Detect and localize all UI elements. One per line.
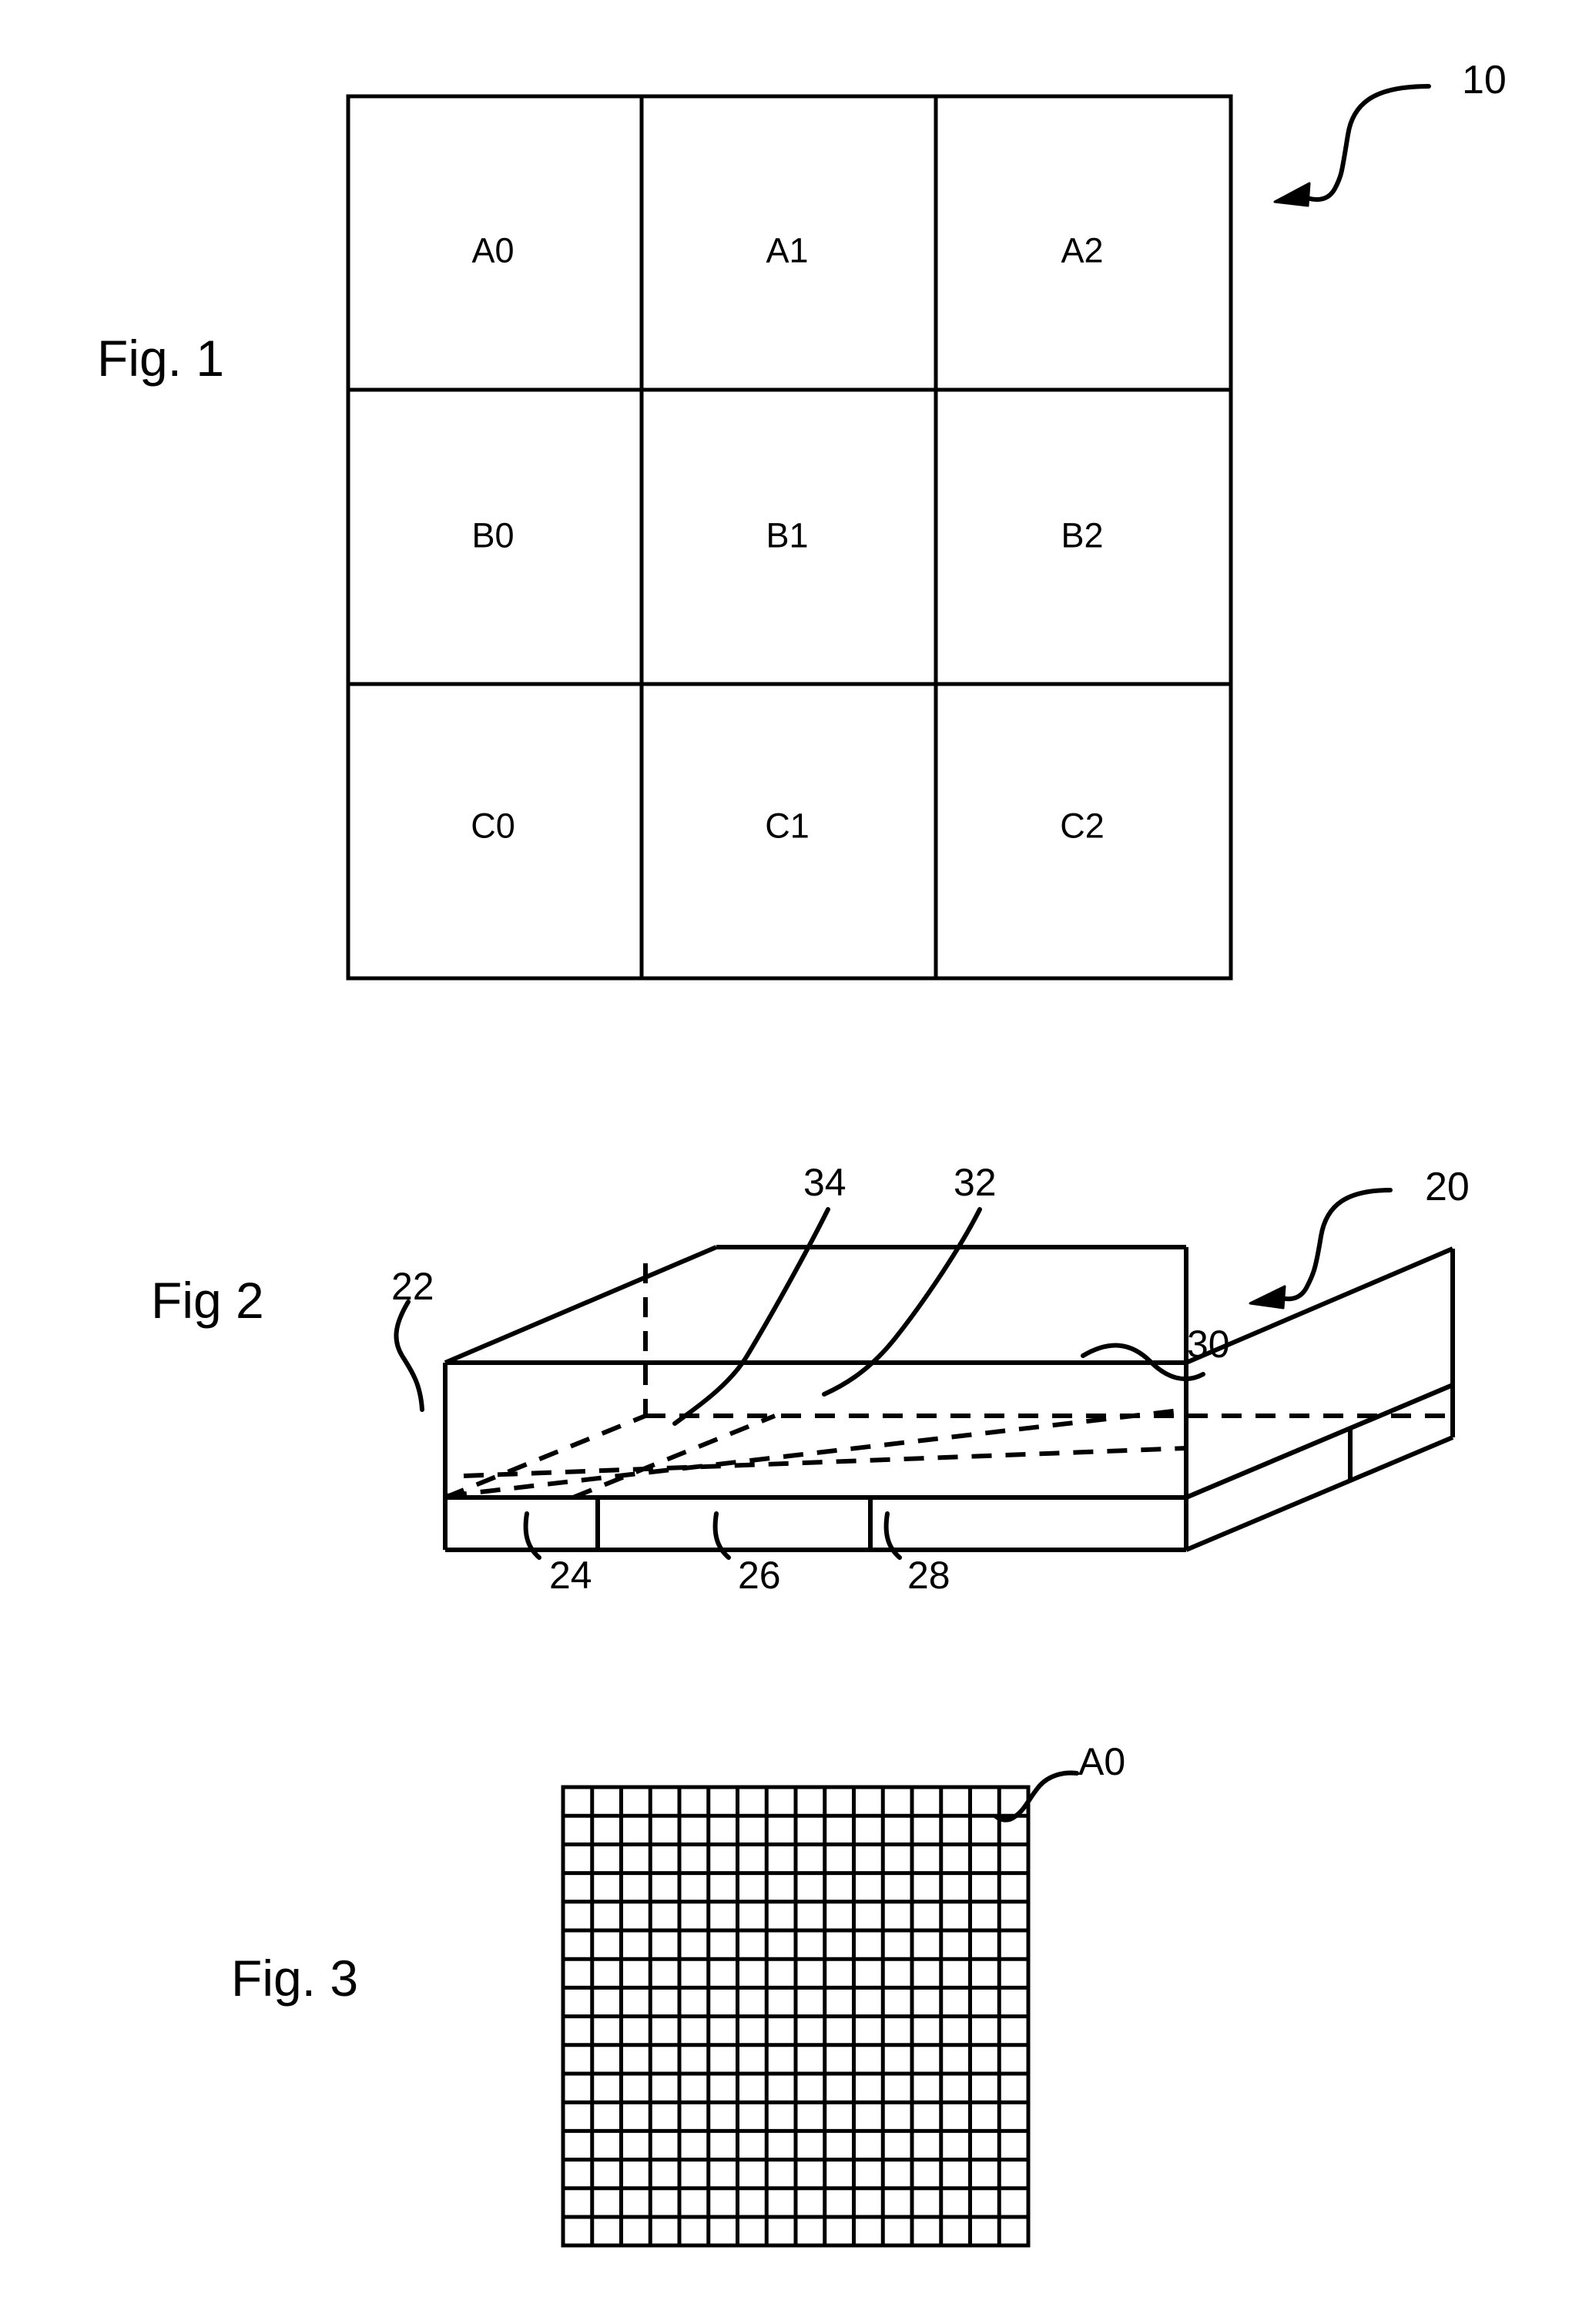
figure-2-callout-26: 26 <box>738 1554 781 1597</box>
figure-2-callout-24: 24 <box>549 1554 592 1597</box>
fig1-cell-b1: B1 <box>766 515 809 555</box>
figure-2-main-leader <box>1249 1188 1393 1310</box>
figure-2-callout-22: 22 <box>391 1265 434 1308</box>
fig1-cell-c2: C2 <box>1060 806 1105 846</box>
patent-drawing-sheet: Fig. 1 10 A0 A1 A2 B0 B1 B2 C0 C1 C2 Fig… <box>0 0 1589 2324</box>
fig1-cell-c0: C0 <box>471 806 515 846</box>
fig1-cell-b0: B0 <box>471 515 515 555</box>
fig2-hidden-plane-line-3 <box>572 1414 776 1500</box>
fig1-cell-b2: B2 <box>1061 515 1104 555</box>
fig1-leader-arrowhead <box>1273 182 1311 207</box>
figure-3-leader <box>994 1770 1079 1823</box>
fig2-right-upper-receding <box>1185 1246 1454 1365</box>
fig2-leader-arrowhead-20 <box>1249 1285 1286 1310</box>
fig1-leader-line <box>1296 84 1431 202</box>
fig1-cell-a0: A0 <box>471 230 515 270</box>
figure-2-callout-28: 28 <box>907 1554 950 1597</box>
figure-3-grid <box>561 1785 1031 2248</box>
figure-3-reference-numeral: A0 <box>1078 1740 1126 1783</box>
figure-1-reference-numeral: 10 <box>1462 58 1507 102</box>
figure-3-label: Fig. 3 <box>231 1950 359 2007</box>
figure-1-label: Fig. 1 <box>97 330 225 387</box>
fig3-leader-line-a0 <box>994 1770 1079 1823</box>
fig2-bottom-right-receding-bottom <box>1185 1435 1454 1552</box>
figure-2-reference-numeral: 20 <box>1425 1165 1470 1209</box>
fig1-cell-c1: C1 <box>765 806 810 846</box>
figure-2-label: Fig 2 <box>151 1272 264 1329</box>
fig2-top-left-edge <box>444 1245 718 1365</box>
fig2-hidden-interface-left-receding <box>444 1414 647 1500</box>
figure-2-callout-34: 34 <box>803 1161 846 1204</box>
fig2-leader-22 <box>394 1299 424 1412</box>
figure-2-callout-32: 32 <box>954 1161 997 1204</box>
fig1-cell-a1: A1 <box>766 230 809 270</box>
figure-1-leader <box>1273 84 1431 207</box>
fig1-cell-a2: A2 <box>1061 230 1104 270</box>
